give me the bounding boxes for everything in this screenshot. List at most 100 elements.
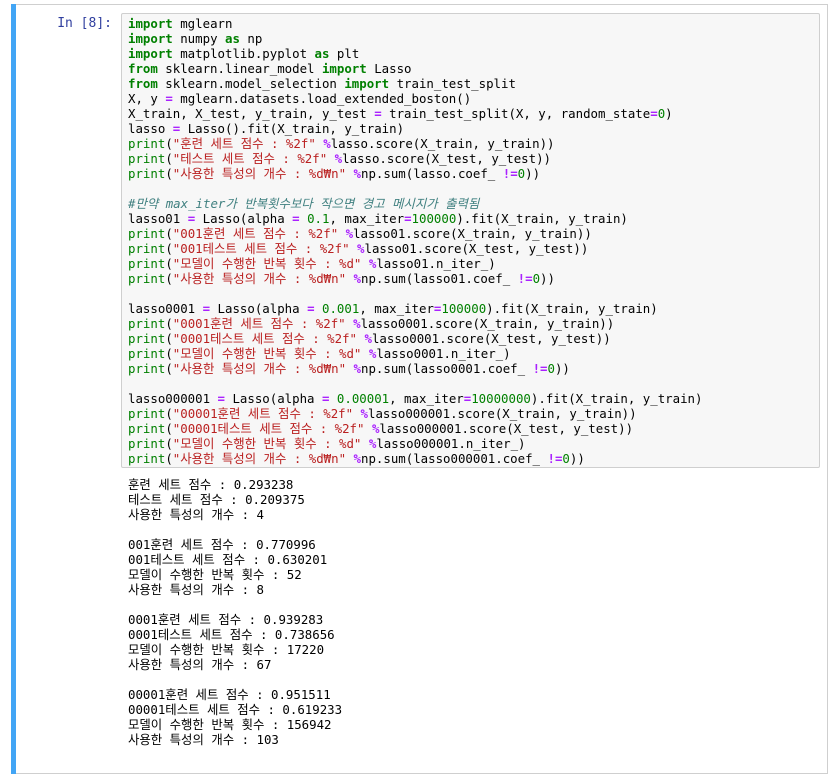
code-token: "모델이 수행한 반복 횟수 : %d" [172, 256, 362, 271]
output-line: 훈련 세트 점수 : 0.293238 [128, 477, 294, 492]
code-token: np.sum(lasso.coef_ [360, 166, 503, 181]
code-token: lasso01.score(X_test, y_test)) [364, 241, 589, 256]
code-token: import [344, 76, 390, 91]
code-line: import numpy as np [128, 31, 702, 46]
code-token: 100000 [441, 301, 487, 316]
code-token: 0 [562, 451, 570, 466]
code-editor[interactable]: import mglearn import numpy as np import m… [128, 16, 702, 466]
code-token: , max_iter [389, 391, 464, 406]
code-token: % [360, 406, 369, 421]
code-token: , max_iter [329, 211, 405, 226]
code-token: )) [569, 451, 585, 466]
code-token: % [353, 361, 361, 376]
code-line: print("001테스트 세트 점수 : %2f" %lasso01.scor… [128, 241, 702, 256]
code-token: print [128, 166, 166, 181]
code-token: Lasso().fit(X_train, y_train) [180, 121, 405, 136]
code-token: lasso01.score(X_train, y_train)) [353, 226, 592, 241]
output-line: 사용한 특성의 개수 : 103 [128, 732, 279, 747]
code-token: 0 [547, 361, 555, 376]
code-token: "모델이 수행한 반복 횟수 : %d" [172, 436, 362, 451]
code-line: print("모델이 수행한 반복 횟수 : %d" %lasso0001.n_… [128, 346, 702, 361]
code-token: ( [165, 271, 173, 286]
code-token: print [128, 451, 166, 466]
output-line: 001훈련 세트 점수 : 0.770996 [128, 537, 316, 552]
code-token: 0 [532, 271, 541, 286]
code-token: print [128, 361, 166, 376]
code-token: X_train, X_test, y_train, y_test [128, 106, 375, 121]
output-line: 00001테스트 세트 점수 : 0.619233 [128, 702, 343, 717]
code-token: print [128, 151, 166, 166]
code-token: X, y [128, 91, 166, 106]
code-token: mglearn [172, 16, 233, 31]
code-token: "사용한 특성의 개수 : %d₩n" [172, 166, 347, 181]
code-token: "테스트 세트 점수 : %2f" [172, 151, 328, 166]
code-token: = [650, 106, 658, 121]
code-token: ( [165, 256, 173, 271]
code-token: print [128, 256, 166, 271]
code-token: ( [165, 451, 173, 466]
code-token: lasso000001.score(X_test, y_test)) [379, 421, 634, 436]
code-token: import [321, 61, 367, 76]
code-token: #만약 max_iter가 반복횟수보다 작으면 경고 메시지가 출력됨 [128, 196, 480, 211]
output-line: 모델이 수행한 반복 횟수 : 156942 [128, 717, 332, 732]
code-token: != [532, 361, 548, 376]
code-token: % [364, 331, 372, 346]
code-line: print("사용한 특성의 개수 : %d₩n" %np.sum(lasso0… [128, 271, 702, 286]
code-token: )) [540, 271, 555, 286]
code-token: sklearn.linear_model [157, 61, 322, 76]
code-token: print [128, 241, 166, 256]
code-token: % [353, 316, 361, 331]
code-token: matplotlib.pyplot [172, 46, 315, 61]
code-token: lasso [128, 121, 173, 136]
code-token: lasso.score(X_test, y_test)) [342, 151, 551, 166]
code-input-area[interactable]: import mglearn import numpy as np import m… [121, 13, 820, 468]
code-token: np [239, 31, 263, 46]
code-token: = [404, 211, 412, 226]
code-token: print [128, 436, 166, 451]
code-token: ).fit(X_train, y_train) [530, 391, 703, 406]
code-token: sklearn.model_selection [157, 76, 345, 91]
code-token: = [165, 91, 173, 106]
code-token: % [357, 241, 365, 256]
code-token: "사용한 특성의 개수 : %d₩n" [172, 451, 347, 466]
code-token: 10000000 [471, 391, 531, 406]
code-line: X_train, X_test, y_train, y_test = train… [128, 106, 702, 121]
code-token: ).fit(X_train, y_train) [486, 301, 658, 316]
output-line: 테스트 세트 점수 : 0.209375 [128, 492, 305, 507]
code-token: np.sum(lasso01.coef_ [360, 271, 518, 286]
code-line: print("사용한 특성의 개수 : %d₩n" %np.sum(lasso.… [128, 166, 702, 181]
code-token: , max_iter [359, 301, 434, 316]
code-token: plt [329, 46, 360, 61]
code-token: lasso000001 [128, 391, 218, 406]
code-token: ( [165, 436, 173, 451]
output-line: 모델이 수행한 반복 횟수 : 17220 [128, 642, 325, 657]
code-line: print("001훈련 세트 점수 : %2f" %lasso01.score… [128, 226, 702, 241]
code-token: ( [165, 151, 173, 166]
code-token: import [128, 46, 173, 61]
code-line: print("0001테스트 세트 점수 : %2f" %lasso0001.s… [128, 331, 702, 346]
output-line: 00001훈련 세트 점수 : 0.951511 [128, 687, 331, 702]
code-token: = [292, 211, 300, 226]
code-token: ( [165, 406, 173, 421]
code-token: % [353, 451, 361, 466]
code-token: "0001훈련 세트 점수 : %2f" [172, 316, 346, 331]
code-token: "0001테스트 세트 점수 : %2f" [172, 331, 358, 346]
code-token: print [128, 316, 166, 331]
code-token: ( [165, 361, 173, 376]
code-token: % [353, 271, 361, 286]
code-token: 0.1 [307, 211, 330, 226]
code-token: lasso000001.score(X_train, y_train)) [368, 406, 637, 421]
code-line: import mglearn [128, 16, 702, 31]
